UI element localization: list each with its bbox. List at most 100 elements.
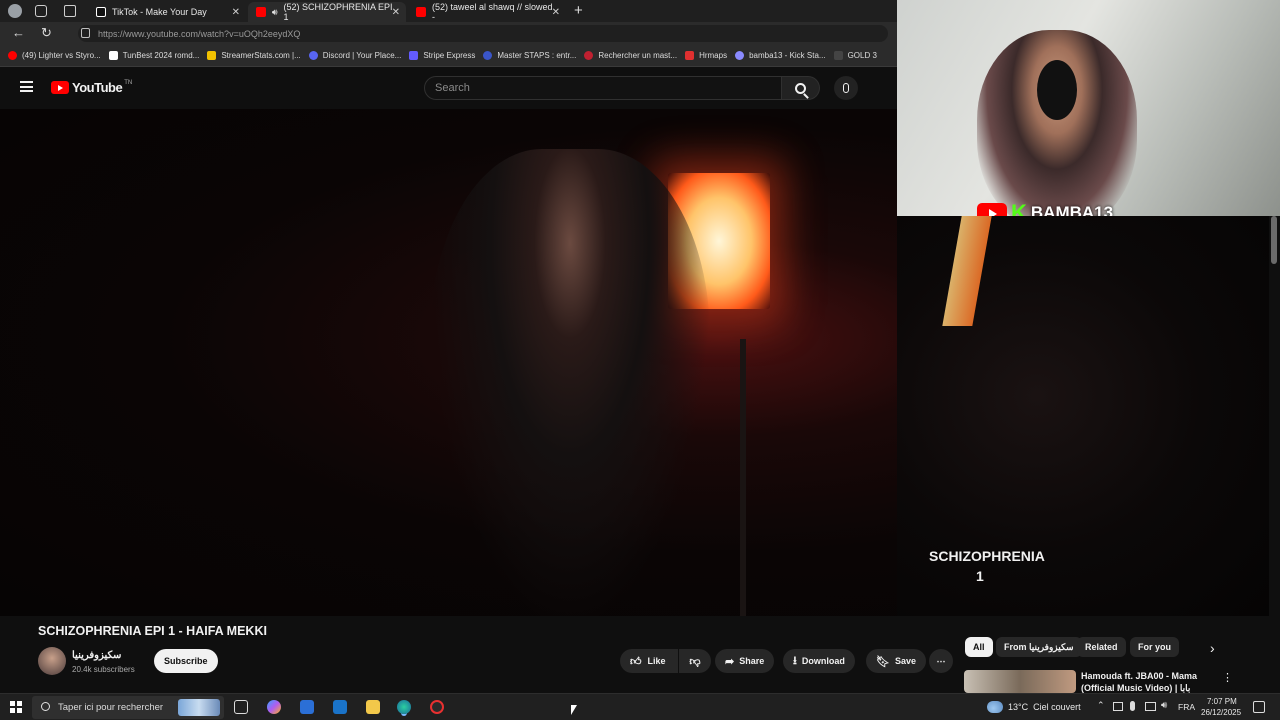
thumbs-up-icon: 👍︎ (630, 655, 642, 668)
channel-name[interactable]: سكيزوفرينيا (72, 650, 121, 661)
youtube-header: YouTube TN Search (0, 67, 897, 109)
bookmark-item[interactable]: bamba13 - Kick Sta... (735, 51, 826, 60)
weather-icon[interactable] (987, 701, 1003, 713)
chevron-up-icon[interactable]: ⌃ (1097, 700, 1105, 711)
close-icon[interactable]: ✕ (232, 7, 240, 18)
chip-from-channel[interactable]: From سكيزوفرينيا (996, 637, 1082, 657)
youtube-icon (8, 51, 17, 60)
recording-app-icon[interactable] (430, 700, 444, 714)
menu-icon[interactable] (20, 81, 33, 92)
refresh-icon[interactable]: ↻ (41, 25, 52, 41)
tab-tiktok[interactable]: TikTok - Make Your Day ✕ (88, 2, 246, 22)
chip-label: All (973, 642, 985, 652)
outlook-icon[interactable] (333, 700, 347, 714)
chevron-right-icon[interactable]: › (1210, 640, 1215, 656)
share-label: Share (739, 656, 765, 666)
bookmark-label: Hrmaps (699, 51, 728, 60)
subscribe-button[interactable]: Subscribe (154, 649, 218, 673)
tab-label: (52) taweel al shawq // slowed - (432, 2, 553, 22)
clock-date[interactable]: 26/12/2025 (1201, 708, 1241, 717)
stream-brand: K BAMBA13 (977, 200, 1113, 216)
taskbar-search-placeholder: Taper ici pour rechercher (58, 702, 164, 713)
browser-tab-strip: TikTok - Make Your Day ✕ 🔊︎ (52) SCHIZOP… (0, 0, 897, 22)
windows-start-icon[interactable] (10, 701, 22, 713)
audio-icon: 🔊︎ (271, 6, 278, 17)
scrollbar-thumb[interactable] (1271, 216, 1277, 264)
volume-icon[interactable]: 🔊︎ (1161, 700, 1167, 711)
tab-actions-icon[interactable] (64, 5, 76, 17)
display-icon[interactable] (1145, 702, 1156, 711)
browser-icon[interactable] (397, 700, 411, 714)
search-icon (795, 82, 809, 99)
workspaces-icon[interactable] (35, 5, 47, 17)
save-button[interactable]: 🔖︎ Save (866, 649, 926, 673)
file-explorer-icon[interactable] (366, 700, 380, 714)
bookmark-item[interactable]: (49) Lighter vs Styro... (8, 51, 101, 60)
tab-schizophrenia[interactable]: 🔊︎ (52) SCHIZOPHRENIA EPI 1 ✕ (248, 2, 406, 22)
clock-time[interactable]: 7:07 PM (1207, 697, 1237, 706)
bookmark-item[interactable]: Discord | Your Place... (308, 51, 401, 60)
bookmark-item[interactable]: StreamerStats.com |... (207, 51, 301, 60)
windows-taskbar: Taper ici pour rechercher 13°C Ciel couv… (0, 693, 1280, 720)
chip-all[interactable]: All (965, 637, 993, 657)
overlay-title-line1: SCHIZOPHRENIA (929, 548, 1045, 564)
streamer-name: BAMBA13 (1030, 203, 1114, 216)
discord-icon (308, 51, 318, 60)
youtube-icon (977, 202, 1007, 216)
new-tab-icon[interactable]: + (574, 2, 583, 19)
network-icon[interactable] (1113, 702, 1123, 711)
logo-text: YouTube (72, 80, 123, 95)
like-button[interactable]: 👍︎ Like (620, 649, 678, 673)
youtube-icon (416, 7, 426, 17)
bookmark-item[interactable]: Hrmaps (685, 51, 727, 60)
hr-icon (685, 51, 695, 60)
notification-icon[interactable] (1253, 701, 1265, 713)
microphone-icon[interactable] (1130, 701, 1135, 711)
video-player[interactable] (0, 109, 897, 616)
copilot-icon[interactable] (267, 700, 281, 714)
headphones (1037, 60, 1077, 120)
task-view-icon[interactable] (234, 700, 248, 714)
tab-label: (52) SCHIZOPHRENIA EPI 1 (283, 2, 393, 22)
page-scrollbar[interactable] (1269, 216, 1280, 693)
close-icon[interactable]: ✕ (552, 7, 560, 18)
download-button[interactable]: ⭳ Download (783, 649, 855, 673)
bookmark-item[interactable]: Master STAPS : entr... (483, 51, 576, 60)
address-bar-row: ← ↻ https://www.youtube.com/watch?v=uOQh… (0, 22, 897, 45)
language-indicator[interactable]: FRA (1178, 702, 1195, 712)
youtube-icon (256, 7, 266, 17)
share-button[interactable]: ➦ Share (715, 649, 775, 673)
weather-text[interactable]: 13°C Ciel couvert (1008, 702, 1081, 712)
search-input[interactable]: Search (424, 76, 782, 100)
url-field[interactable]: https://www.youtube.com/watch?v=uOQh2eey… (78, 25, 888, 42)
voice-search-button[interactable] (834, 76, 858, 100)
back-icon[interactable]: ← (12, 25, 25, 40)
close-icon[interactable]: ✕ (392, 7, 400, 18)
overlay-title-line2: 1 (976, 568, 984, 584)
mouse-cursor (571, 705, 577, 715)
taskbar-search-input[interactable]: Taper ici pour rechercher (32, 696, 224, 719)
bookmark-item[interactable]: Stripe Express (409, 51, 475, 60)
search-highlight-image (178, 699, 220, 716)
youtube-logo[interactable]: YouTube TN (51, 80, 132, 95)
shield-icon (483, 51, 493, 60)
search-button[interactable] (782, 76, 820, 100)
site-info-icon[interactable] (81, 28, 90, 38)
chip-label: Related (1085, 642, 1118, 652)
bookmark-label: GOLD 3 (847, 51, 877, 60)
bookmark-item[interactable]: GOLD 3 (833, 51, 877, 60)
chip-related[interactable]: Related (1077, 637, 1126, 657)
video-side-area: SCHIZOPHRENIA 1 (897, 216, 1270, 616)
search-placeholder: Search (435, 82, 470, 94)
more-vertical-icon[interactable]: ⋮ (1222, 671, 1233, 684)
tab-taweel[interactable]: (52) taweel al shawq // slowed - ✕ (408, 2, 566, 22)
more-actions-button[interactable]: ⋯ (929, 649, 953, 673)
channel-avatar[interactable] (38, 647, 66, 675)
chip-for-you[interactable]: For you (1130, 637, 1179, 657)
bookmark-item[interactable]: TunBest 2024 romd... (108, 51, 199, 60)
recommendation-item[interactable]: Hamouda ft. JBA00 - Mama (Official Music… (964, 670, 1260, 693)
profile-icon[interactable] (8, 4, 22, 18)
bookmark-item[interactable]: Rechercher un mast... (584, 51, 677, 60)
dislike-button[interactable]: 👎︎ (679, 649, 711, 673)
store-icon[interactable] (300, 700, 314, 714)
